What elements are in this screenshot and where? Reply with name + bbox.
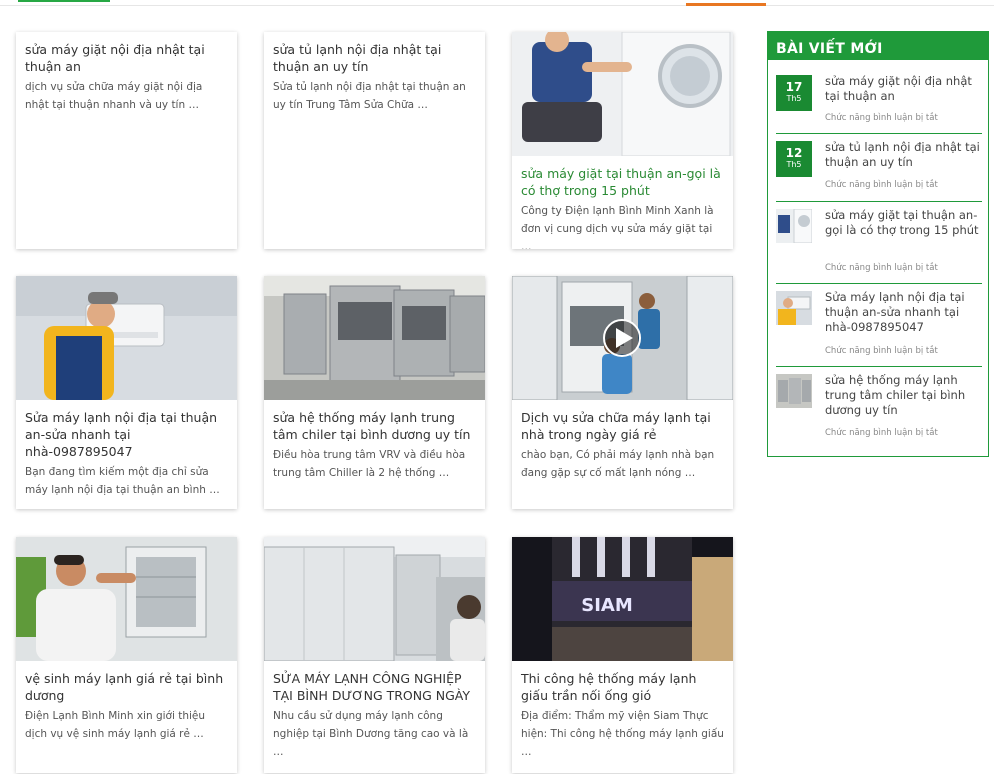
rooftop-ac-thumb[interactable] bbox=[776, 374, 812, 408]
post-title-link[interactable]: Thi công hệ thống máy lạnh giấu trần nối… bbox=[521, 670, 725, 704]
post-card[interactable]: sửa máy giặt tại thuận an-gọi là có thợ … bbox=[512, 32, 733, 249]
date-badge: 17 Th5 bbox=[776, 75, 812, 111]
post-card[interactable]: SỬA MÁY LẠNH CÔNG NGHIỆP TẠI BÌNH DƯƠNG … bbox=[264, 537, 485, 773]
post-title-link[interactable]: SỬA MÁY LẠNH CÔNG NGHIỆP TẠI BÌNH DƯƠNG … bbox=[273, 670, 477, 704]
post-card[interactable]: sửa tủ lạnh nội địa nhật tại thuận an uy… bbox=[264, 32, 485, 249]
post-excerpt: Điện Lạnh Bình Minh xin giới thiệu dịch … bbox=[25, 710, 206, 740]
post-title-link[interactable]: sửa hệ thống máy lạnh trung tâm chiler t… bbox=[273, 409, 477, 443]
comment-status: Chức năng bình luận bị tắt bbox=[825, 263, 938, 273]
recent-post-item[interactable]: sửa hệ thống máy lạnh trung tâm chiler t… bbox=[776, 367, 982, 445]
post-excerpt: Điều hòa trung tâm VRV và điều hòa trung… bbox=[273, 449, 466, 479]
comment-status: Chức năng bình luận bị tắt bbox=[825, 180, 938, 190]
post-excerpt: Công ty Điện lạnh Bình Minh Xanh là đơn … bbox=[521, 205, 714, 249]
ac-cleaning-photo[interactable] bbox=[16, 537, 237, 661]
siam-building-photo[interactable]: SIAM bbox=[512, 537, 733, 661]
recent-post-link[interactable]: sửa tủ lạnh nội địa nhật tại thuận an uy… bbox=[825, 140, 982, 170]
post-card[interactable]: Sửa máy lạnh nội địa tại thuận an-sửa nh… bbox=[16, 276, 237, 509]
date-badge: 12 Th5 bbox=[776, 141, 812, 177]
post-card[interactable]: Dịch vụ sửa chữa máy lạnh tại nhà trong … bbox=[512, 276, 733, 509]
date-month: Th5 bbox=[786, 94, 802, 103]
post-card[interactable]: sửa máy giặt nội địa nhật tại thuận an d… bbox=[16, 32, 237, 249]
date-month: Th5 bbox=[786, 160, 802, 169]
washing-machine-repair-thumb[interactable] bbox=[776, 209, 812, 243]
post-card[interactable]: SIAM Thi công hệ thống máy lạnh giấu trầ… bbox=[512, 537, 733, 773]
post-title-link[interactable]: Dịch vụ sửa chữa máy lạnh tại nhà trong … bbox=[521, 409, 725, 443]
post-excerpt: Địa điểm: Thẩm mỹ viện Siam Thực hiện: T… bbox=[521, 710, 724, 758]
post-excerpt: dịch vụ sửa chữa máy giặt nội địa nhật t… bbox=[25, 81, 203, 111]
comment-status: Chức năng bình luận bị tắt bbox=[825, 113, 938, 123]
ac-technician-photo[interactable] bbox=[16, 276, 237, 400]
recent-posts-widget: BÀI VIẾT MỚI 17 Th5 sửa máy giặt nội địa… bbox=[767, 31, 989, 457]
post-card[interactable]: vệ sinh máy lạnh giá rẻ tại bình dương Đ… bbox=[16, 537, 237, 773]
logo-fragment bbox=[18, 0, 110, 2]
post-title-link[interactable]: sửa máy giặt tại thuận an-gọi là có thợ … bbox=[521, 165, 725, 199]
siam-sign-text: SIAM bbox=[581, 595, 633, 616]
post-title-link[interactable]: Sửa máy lạnh nội địa tại thuận an-sửa nh… bbox=[25, 409, 229, 460]
recent-post-item[interactable]: sửa máy giặt tại thuận an-gọi là có thợ … bbox=[776, 202, 982, 284]
post-title-link[interactable]: sửa máy giặt nội địa nhật tại thuận an bbox=[25, 41, 229, 75]
post-excerpt: Bạn đang tìm kiếm một địa chỉ sửa máy lạ… bbox=[25, 466, 220, 496]
top-nav-bar bbox=[0, 0, 994, 6]
industrial-ac-photo[interactable] bbox=[264, 537, 485, 661]
post-excerpt: chào bạn, Có phải máy lạnh nhà bạn đang … bbox=[521, 449, 715, 479]
widget-heading-text: BÀI VIẾT MỚI bbox=[776, 41, 883, 57]
widget-heading: BÀI VIẾT MỚI bbox=[768, 32, 988, 60]
recent-post-item[interactable]: Sửa máy lạnh nội địa tại thuận an-sửa nh… bbox=[776, 284, 982, 367]
rooftop-ac-units-photo[interactable] bbox=[264, 276, 485, 400]
post-title-link[interactable]: vệ sinh máy lạnh giá rẻ tại bình dương bbox=[25, 670, 229, 704]
recent-post-item[interactable]: 12 Th5 sửa tủ lạnh nội địa nhật tại thuậ… bbox=[776, 134, 982, 202]
date-day: 17 bbox=[785, 80, 803, 94]
washing-machine-repair-photo[interactable] bbox=[512, 32, 733, 156]
post-title-link[interactable]: sửa tủ lạnh nội địa nhật tại thuận an uy… bbox=[273, 41, 477, 75]
post-excerpt: Nhu cầu sử dụng máy lạnh công nghiệp tại… bbox=[273, 710, 469, 758]
recent-post-link[interactable]: sửa máy giặt nội địa nhật tại thuận an bbox=[825, 74, 982, 104]
vrv-units-technicians-video[interactable] bbox=[512, 276, 733, 400]
recent-post-link[interactable]: sửa máy giặt tại thuận an-gọi là có thợ … bbox=[825, 208, 982, 238]
recent-post-item[interactable]: 17 Th5 sửa máy giặt nội địa nhật tại thu… bbox=[776, 68, 982, 134]
post-card[interactable]: sửa hệ thống máy lạnh trung tâm chiler t… bbox=[264, 276, 485, 509]
active-tab-indicator bbox=[686, 3, 766, 6]
comment-status: Chức năng bình luận bị tắt bbox=[825, 428, 938, 438]
post-excerpt: Sửa tủ lạnh nội địa nhật tại thuận an uy… bbox=[273, 81, 466, 111]
recent-post-link[interactable]: Sửa máy lạnh nội địa tại thuận an-sửa nh… bbox=[825, 290, 982, 335]
ac-technician-thumb[interactable] bbox=[776, 291, 812, 325]
date-day: 12 bbox=[785, 146, 803, 160]
comment-status: Chức năng bình luận bị tắt bbox=[825, 346, 938, 356]
recent-post-link[interactable]: sửa hệ thống máy lạnh trung tâm chiler t… bbox=[825, 373, 982, 418]
